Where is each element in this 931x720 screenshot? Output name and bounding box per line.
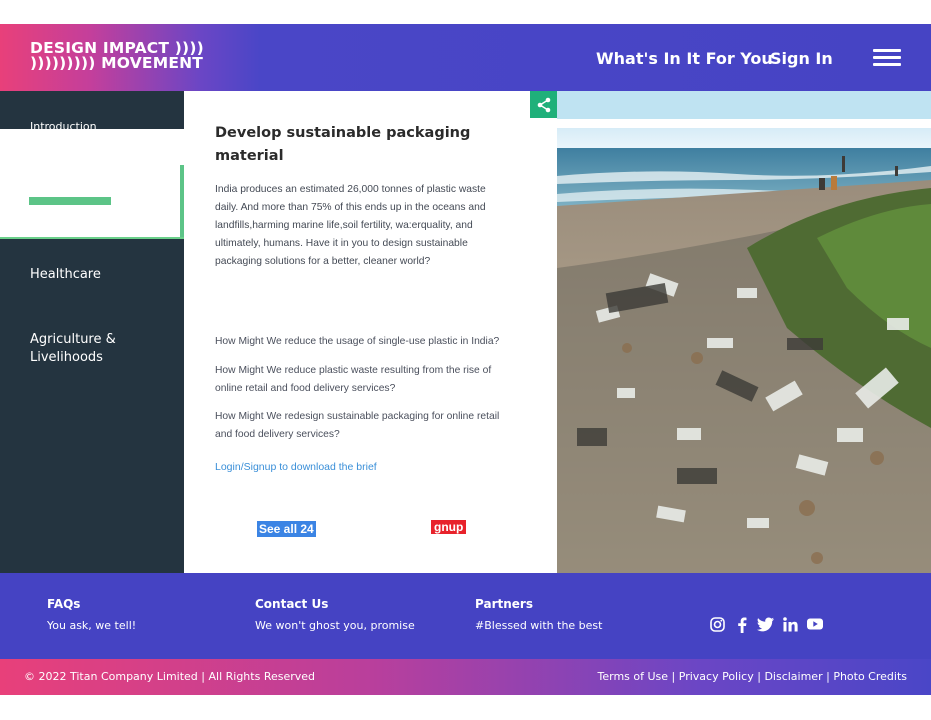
challenge-title-line1: Develop sustainable packaging	[215, 125, 471, 141]
image-top-strip	[557, 91, 931, 119]
footer-faqs-title[interactable]: FAQs	[47, 597, 80, 611]
legal-separator: |	[668, 670, 679, 683]
hmw-line: online retail and food delivery services…	[215, 383, 396, 394]
challenge-description: India produces an estimated 26,000 tonne…	[215, 181, 515, 271]
linkedin-icon[interactable]	[783, 617, 798, 633]
hmw-line: How Might We redesign sustainable packag…	[215, 411, 500, 422]
description-line: ultimately, humans. Have it in you to de…	[215, 238, 468, 249]
description-line: India produces an estimated 26,000 tonne…	[215, 184, 486, 195]
footer-partners-sub: #Blessed with the best	[475, 619, 603, 632]
sidebar: Introduction Healthcare Agriculture & Li…	[0, 91, 184, 573]
site-logo[interactable]: DESIGN IMPACT )))) ))))))))) MOVEMENT	[30, 40, 204, 72]
description-line: landfills,harming marine life,soil ferti…	[215, 220, 473, 231]
site-footer: FAQs You ask, we tell! Contact Us We won…	[0, 573, 931, 659]
sidebar-item-agriculture[interactable]: Agriculture & Livelihoods	[30, 331, 116, 367]
hmw-line: How Might We reduce the usage of single-…	[215, 336, 500, 347]
challenge-title: Develop sustainable packaging material	[215, 122, 515, 168]
sidebar-item-agriculture-line1: Agriculture &	[30, 332, 116, 347]
twitter-icon[interactable]	[757, 617, 774, 633]
see-all-button[interactable]: See all 24	[257, 521, 316, 537]
login-signup-download-link[interactable]: Login/Signup to download the brief	[215, 461, 377, 473]
hmw-question-1: How Might We reduce the usage of single-…	[215, 333, 520, 351]
hmw-line: How Might We reduce plastic waste result…	[215, 365, 492, 376]
active-progress-bar	[29, 197, 111, 205]
legal-separator: |	[822, 670, 834, 683]
sidebar-item-active[interactable]	[0, 129, 184, 239]
nav-whats-in-it-for-you[interactable]: What's In It For You	[596, 49, 773, 68]
challenge-title-line2: material	[215, 148, 284, 164]
sidebar-item-agriculture-line2: Livelihoods	[30, 350, 103, 365]
signup-button[interactable]: gnup	[431, 520, 467, 534]
facebook-icon[interactable]	[737, 617, 747, 633]
footer-faqs-sub: You ask, we tell!	[47, 619, 137, 632]
hmw-question-3: How Might We redesign sustainable packag…	[215, 408, 520, 444]
site-header: DESIGN IMPACT )))) ))))))))) MOVEMENT Wh…	[0, 24, 931, 91]
footer-partners-title[interactable]: Partners	[475, 597, 533, 611]
legal-links: Terms of Use | Privacy Policy | Disclaim…	[598, 670, 907, 683]
hmw-line: and food delivery services?	[215, 429, 340, 440]
legal-separator: |	[753, 670, 765, 683]
footer-contact-title[interactable]: Contact Us	[255, 597, 328, 611]
hamburger-menu-icon[interactable]	[873, 49, 901, 67]
share-icon[interactable]	[530, 91, 557, 118]
copyright-text: © 2022 Titan Company Limited | All Right…	[24, 670, 316, 683]
description-line: packaging solutions for a better, cleane…	[215, 256, 431, 267]
instagram-icon[interactable]	[710, 617, 725, 633]
youtube-icon[interactable]	[807, 617, 823, 633]
hmw-question-2: How Might We reduce plastic waste result…	[215, 362, 520, 398]
page: DESIGN IMPACT )))) ))))))))) MOVEMENT Wh…	[0, 0, 931, 720]
footer-contact-sub: We won't ghost you, promise	[255, 619, 415, 632]
nav-sign-in[interactable]: Sign In	[770, 49, 833, 68]
logo-line-2: ))))))))) MOVEMENT	[30, 54, 204, 72]
photo-credits-link[interactable]: Photo Credits	[833, 670, 907, 683]
terms-of-use-link[interactable]: Terms of Use	[598, 670, 669, 683]
privacy-policy-link[interactable]: Privacy Policy	[679, 670, 754, 683]
sidebar-item-healthcare[interactable]: Healthcare	[30, 266, 101, 284]
disclaimer-link[interactable]: Disclaimer	[764, 670, 822, 683]
challenge-content: Develop sustainable packaging material I…	[184, 91, 557, 573]
description-line: daily. And more than 75% of this ends up…	[215, 202, 486, 213]
beach-plastic-waste-photo	[557, 128, 931, 573]
copyright-bar: © 2022 Titan Company Limited | All Right…	[0, 659, 931, 695]
